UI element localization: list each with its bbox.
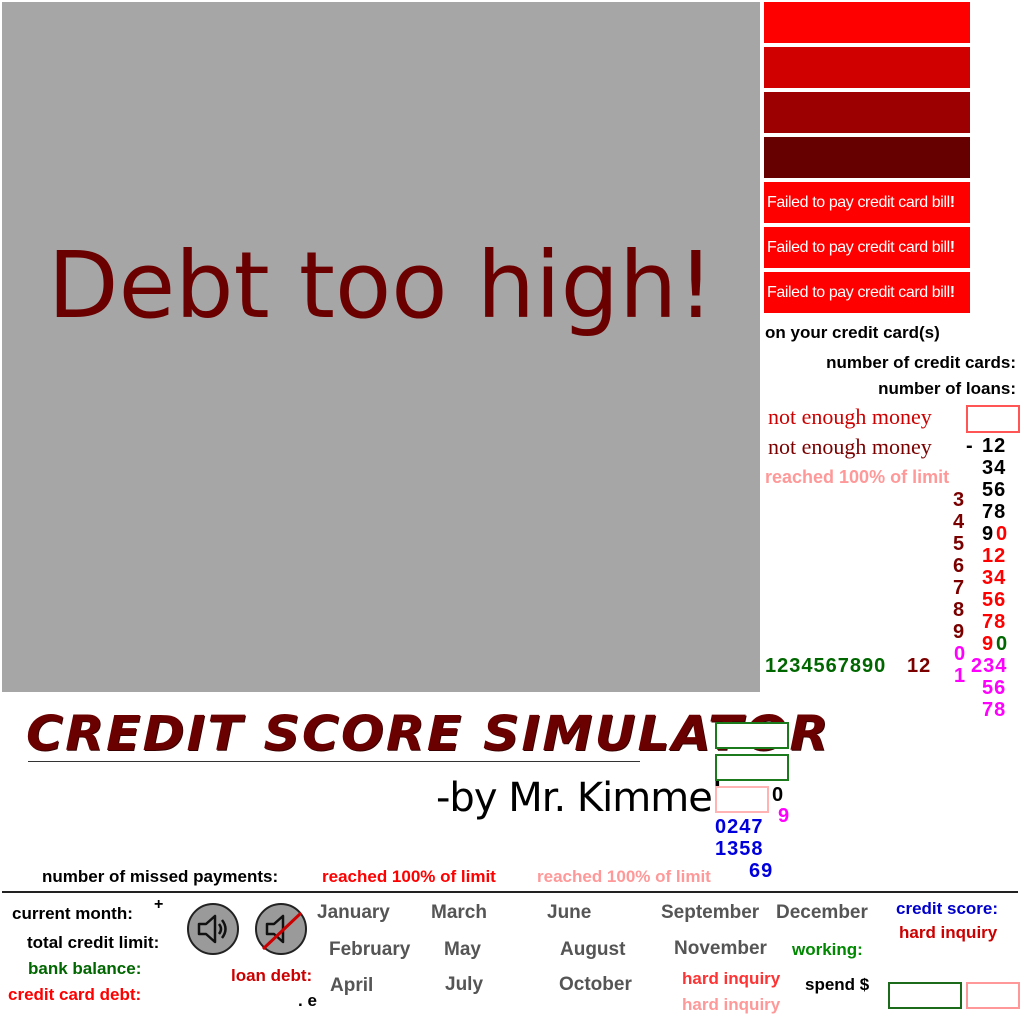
month-may[interactable]: May (444, 939, 481, 961)
title-underline (28, 761, 640, 762)
author-byline: -by Mr. Kimmel (436, 775, 723, 821)
keypad-digits[interactable]: 3 (953, 489, 965, 512)
keypad-digits[interactable]: 1234567890 (765, 655, 886, 678)
keypad-digits[interactable]: 12 (982, 545, 1006, 568)
month-april[interactable]: April (330, 975, 373, 997)
missed-payments-label: number of missed payments: (42, 867, 279, 886)
keypad-digits[interactable]: 78 (982, 611, 1006, 634)
keypad-digits[interactable]: 8 (953, 599, 965, 622)
keypad-digits[interactable]: 1 (954, 665, 966, 688)
keypad-digits[interactable]: 0247 (715, 816, 764, 839)
alert-missed-bill: Failed to pay credit card bill! (764, 182, 970, 223)
minus-key[interactable]: - (966, 435, 974, 458)
pink-input[interactable] (715, 786, 769, 813)
num-credit-cards-label: number of credit cards: (826, 353, 1016, 372)
keypad-digits[interactable]: 12 (907, 655, 931, 678)
bank-balance-label: bank balance: (28, 959, 142, 978)
credit-card-input[interactable] (966, 405, 1020, 433)
alert-bang: ! (949, 284, 955, 301)
debt-level-bar-2 (764, 47, 970, 88)
month-august[interactable]: August (560, 939, 625, 961)
green-input-2[interactable] (715, 754, 789, 781)
alert-missed-bill: Failed to pay credit card bill! (764, 272, 970, 313)
hard-inquiry-msg: hard inquiry (682, 969, 781, 988)
keypad-digits[interactable]: 1358 (715, 838, 764, 861)
keypad-digits[interactable]: 78 (982, 501, 1006, 524)
working-label: working: (792, 940, 863, 959)
pink-input-2[interactable] (966, 982, 1020, 1009)
sound-on-button[interactable] (187, 903, 239, 955)
month-july[interactable]: July (445, 974, 483, 996)
total-credit-limit-label: total credit limit: (27, 933, 160, 952)
keypad-digits[interactable]: 9 (982, 523, 994, 546)
small-nine: 9 (778, 805, 791, 827)
hard-inquiry-msg: hard inquiry (682, 995, 781, 1014)
alert-bang: ! (949, 194, 955, 211)
loan-debt-label: loan debt: (231, 966, 313, 985)
credit-score-label: credit score: (896, 899, 999, 918)
reached-limit-msg: reached 100% of limit (765, 467, 950, 487)
month-january[interactable]: January (317, 902, 390, 924)
speaker-on-icon (197, 914, 227, 944)
footer-divider (2, 891, 1018, 893)
month-december[interactable]: December (776, 902, 868, 924)
keypad-digits[interactable]: 0 (996, 523, 1008, 546)
keypad-digits[interactable]: 9 (982, 633, 994, 656)
month-october[interactable]: October (559, 974, 632, 996)
keypad-digits[interactable]: 234 (971, 655, 1007, 678)
game-area (2, 2, 760, 692)
alert-text: Failed to pay credit card bill (767, 284, 950, 301)
debt-level-bar-3 (764, 92, 970, 133)
keypad-digits[interactable]: 56 (982, 479, 1006, 502)
keypad-digits[interactable]: 12 (982, 435, 1006, 458)
sound-off-button[interactable] (255, 903, 307, 955)
current-month-label: current month: (12, 904, 133, 923)
plus-icon[interactable]: + (154, 896, 163, 914)
debt-level-bar-4 (764, 137, 970, 178)
alert-bang: ! (949, 239, 955, 256)
keypad-digits[interactable]: 78 (982, 699, 1006, 722)
spend-input[interactable] (888, 982, 962, 1009)
small-zero: 0 (772, 784, 785, 806)
keypad-digits[interactable]: 0 (954, 643, 966, 666)
app-title: CREDIT SCORE SIMULATOR (26, 706, 831, 762)
month-march[interactable]: March (431, 902, 487, 924)
reached-limit-msg: reached 100% of limit (537, 867, 711, 886)
keypad-digits[interactable]: 56 (982, 589, 1006, 612)
alert-text: Failed to pay credit card bill (767, 239, 950, 256)
green-input-1[interactable] (715, 722, 789, 749)
keypad-digits[interactable]: 5 (953, 533, 965, 556)
not-enough-money-msg: not enough money (768, 404, 932, 429)
month-november[interactable]: November (674, 938, 767, 960)
keypad-digits[interactable]: 34 (982, 457, 1006, 480)
alert-text: Failed to pay credit card bill (767, 194, 950, 211)
keypad-digits[interactable]: 9 (953, 621, 965, 644)
not-enough-money-msg: not enough money (768, 434, 932, 459)
credit-card-debt-label: credit card debt: (8, 985, 142, 1004)
on-your-cards-label: on your credit card(s) (765, 323, 940, 342)
month-september[interactable]: September (661, 902, 759, 924)
num-loans-label: number of loans: (878, 379, 1016, 398)
alert-missed-bill: Failed to pay credit card bill! (764, 227, 970, 268)
keypad-digits[interactable]: 56 (982, 677, 1006, 700)
hard-inquiry-msg: hard inquiry (899, 923, 998, 942)
keypad-digits[interactable]: 6 (953, 555, 965, 578)
reached-limit-msg: reached 100% of limit (322, 867, 496, 886)
debt-level-bar-1 (764, 2, 970, 43)
spend-label: spend $ (805, 975, 870, 994)
dot-e-text: . e (298, 991, 317, 1010)
month-february[interactable]: February (329, 939, 410, 961)
speaker-muted-icon (261, 911, 303, 951)
keypad-digits[interactable]: 69 (749, 860, 773, 883)
month-june[interactable]: June (547, 902, 591, 924)
keypad-digits[interactable]: 34 (982, 567, 1006, 590)
keypad-digits[interactable]: 4 (953, 511, 965, 534)
status-banner: Debt too high! (47, 232, 715, 339)
keypad-digits[interactable]: 0 (996, 633, 1008, 656)
keypad-digits[interactable]: 7 (953, 577, 965, 600)
